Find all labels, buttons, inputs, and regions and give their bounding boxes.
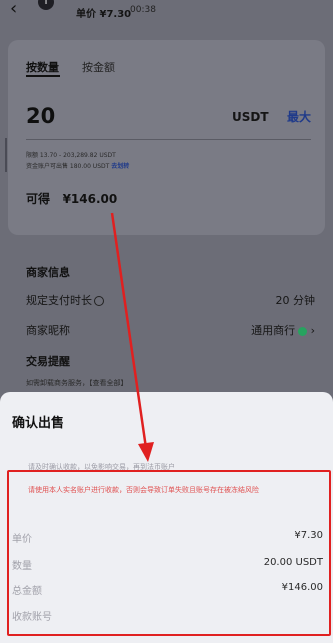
annotation-arrow-icon [110,212,154,462]
